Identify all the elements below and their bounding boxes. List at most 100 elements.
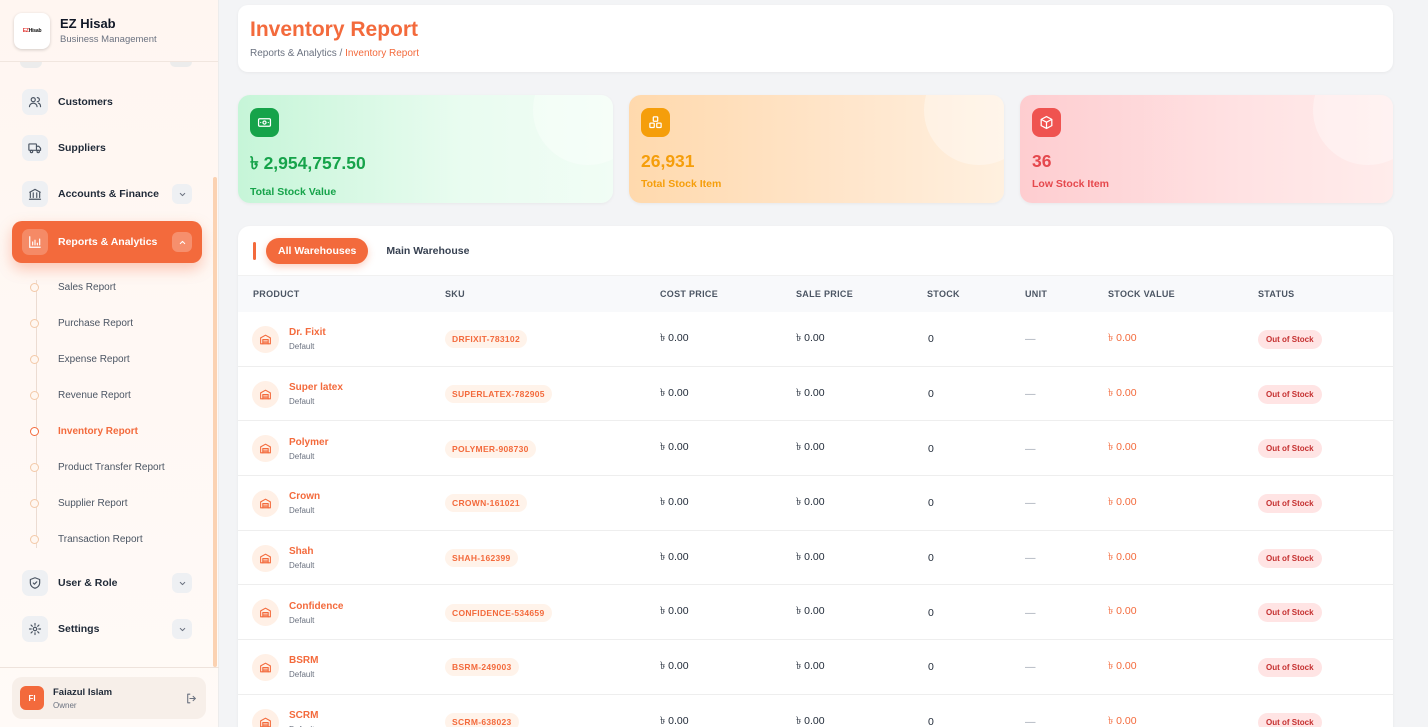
submenu-label: Purchase Report xyxy=(58,317,134,329)
table-row[interactable]: Crown Default CROWN-161021 ৳ 0.00 ৳ 0.00… xyxy=(238,476,1393,531)
product-cell: BSRM Default xyxy=(252,640,318,695)
table-row[interactable]: Super latex Default SUPERLATEX-782905 ৳ … xyxy=(238,367,1393,422)
warehouse-icon xyxy=(252,489,279,517)
column-header-sale-price[interactable]: SALE PRICE xyxy=(796,289,853,299)
product-name[interactable]: SCRM xyxy=(289,710,318,721)
status-cell: Out of Stock xyxy=(1258,640,1322,695)
page-title: Inventory Report xyxy=(250,18,419,41)
brand-logo: EZHisab xyxy=(14,12,50,49)
brand-name: EZ Hisab xyxy=(60,16,116,31)
product-name[interactable]: Polymer xyxy=(289,437,328,448)
stat-value: 36 xyxy=(1032,151,1052,171)
column-header-sku[interactable]: SKU xyxy=(445,289,465,299)
sidebar-item-label: Customers xyxy=(58,96,113,108)
brand[interactable]: EZHisab EZ Hisab Business Management xyxy=(0,0,218,62)
user-profile[interactable]: FI Faiazul Islam Owner xyxy=(12,677,206,719)
sku-cell: POLYMER-908730 xyxy=(445,421,536,476)
users-icon xyxy=(22,89,48,115)
cost-price-cell: ৳ 0.00 xyxy=(660,605,689,618)
table-row[interactable]: BSRM Default BSRM-249003 ৳ 0.00 ৳ 0.00 0… xyxy=(238,640,1393,695)
stock-cell: 0 xyxy=(928,661,934,674)
warehouse-icon xyxy=(252,325,279,353)
sku-badge: CONFIDENCE-534659 xyxy=(445,603,552,622)
unit-cell: — xyxy=(1025,606,1036,619)
status-cell: Out of Stock xyxy=(1258,421,1322,476)
stat-value: 26,931 xyxy=(641,151,695,171)
cost-price-cell: ৳ 0.00 xyxy=(660,550,689,563)
sidebar-item-settings[interactable]: Settings xyxy=(12,610,202,648)
sku-cell: SHAH-162399 xyxy=(445,531,518,586)
sidebar-item-label: Accounts & Finance xyxy=(58,188,159,200)
stock-value-cell: ৳ 0.00 xyxy=(1108,386,1137,399)
chevron-down-icon[interactable] xyxy=(172,573,192,593)
tab-all-warehouses[interactable]: All Warehouses xyxy=(266,237,369,264)
stat-card-total-stock-item: 26,931 Total Stock Item xyxy=(629,95,1004,203)
table-row[interactable]: SCRM Default SCRM-638023 ৳ 0.00 ৳ 0.00 0… xyxy=(238,695,1393,727)
submenu-dot xyxy=(30,498,39,508)
breadcrumb-parent[interactable]: Reports & Analytics xyxy=(250,48,337,59)
sku-cell: DRFIXIT-783102 xyxy=(445,312,527,367)
column-header-status[interactable]: STATUS xyxy=(1258,289,1294,299)
sidebar-scrollbar[interactable] xyxy=(213,177,217,667)
submenu-item-transaction-report[interactable]: Transaction Report xyxy=(30,529,143,549)
warehouse-icon xyxy=(252,708,279,727)
chevron-down-icon[interactable] xyxy=(172,184,192,204)
product-name[interactable]: Super latex xyxy=(289,382,343,393)
logout-icon[interactable] xyxy=(185,692,198,705)
submenu-item-expense-report[interactable]: Expense Report xyxy=(30,349,130,369)
product-cell: Super latex Default xyxy=(252,367,343,422)
sale-price-cell: ৳ 0.00 xyxy=(796,550,825,563)
bank-icon xyxy=(22,181,48,207)
product-variant: Default xyxy=(289,561,315,571)
stock-cell: 0 xyxy=(928,606,934,619)
table-row[interactable]: Shah Default SHAH-162399 ৳ 0.00 ৳ 0.00 0… xyxy=(238,531,1393,586)
chevron-down-icon[interactable] xyxy=(172,619,192,639)
submenu-item-supplier-report[interactable]: Supplier Report xyxy=(30,493,127,513)
sku-badge: SHAH-162399 xyxy=(445,549,518,568)
status-badge: Out of Stock xyxy=(1258,329,1322,349)
gear-icon xyxy=(22,616,48,642)
breadcrumb-separator: / xyxy=(336,48,346,59)
stock-cell: 0 xyxy=(928,442,934,455)
divider xyxy=(0,667,219,668)
stock-value-cell: ৳ 0.00 xyxy=(1108,441,1137,454)
submenu-item-purchase-report[interactable]: Purchase Report xyxy=(30,313,133,333)
stock-value-cell: ৳ 0.00 xyxy=(1108,550,1137,563)
product-name[interactable]: Confidence xyxy=(289,601,343,612)
product-variant: Default xyxy=(289,342,315,352)
product-name[interactable]: BSRM xyxy=(289,655,318,666)
table-row[interactable]: Confidence Default CONFIDENCE-534659 ৳ 0… xyxy=(238,585,1393,641)
product-name[interactable]: Crown xyxy=(289,491,320,502)
tab-main-warehouse[interactable]: Main Warehouse xyxy=(374,238,481,264)
package-icon xyxy=(1032,108,1061,137)
sku-cell: SUPERLATEX-782905 xyxy=(445,367,552,422)
sidebar-item-customers[interactable]: Customers xyxy=(12,83,202,121)
column-header-unit[interactable]: UNIT xyxy=(1025,289,1047,299)
column-header-cost-price[interactable]: COST PRICE xyxy=(660,289,718,299)
product-name[interactable]: Dr. Fixit xyxy=(289,327,326,338)
table-row[interactable]: Polymer Default POLYMER-908730 ৳ 0.00 ৳ … xyxy=(238,421,1393,477)
status-badge: Out of Stock xyxy=(1258,439,1322,459)
submenu-item-product-transfer-report[interactable]: Product Transfer Report xyxy=(30,457,165,477)
submenu-label: Supplier Report xyxy=(58,497,128,509)
column-header-stock[interactable]: STOCK xyxy=(927,289,960,299)
submenu-item-revenue-report[interactable]: Revenue Report xyxy=(30,385,131,405)
submenu-item-inventory-report[interactable]: Inventory Report xyxy=(30,421,138,441)
breadcrumb-current: Inventory Report xyxy=(345,48,419,59)
table-row[interactable]: Dr. Fixit Default DRFIXIT-783102 ৳ 0.00 … xyxy=(238,312,1393,367)
column-header-product[interactable]: PRODUCT xyxy=(253,289,300,299)
sidebar-item-accounts-finance[interactable]: Accounts & Finance xyxy=(12,175,202,213)
sku-badge: CROWN-161021 xyxy=(445,494,527,513)
submenu-item-sales-report[interactable]: Sales Report xyxy=(30,277,116,297)
sidebar-item-reports-analytics[interactable]: Reports & Analytics xyxy=(12,221,202,263)
unit-cell: — xyxy=(1025,661,1036,674)
product-name[interactable]: Shah xyxy=(289,546,314,557)
stock-value-cell: ৳ 0.00 xyxy=(1108,495,1137,508)
chevron-up-icon[interactable] xyxy=(172,232,192,252)
sidebar-item-user-role[interactable]: User & Role xyxy=(12,564,202,602)
sale-price-cell: ৳ 0.00 xyxy=(796,605,825,618)
brand-subtitle: Business Management xyxy=(60,34,157,45)
column-header-stock-value[interactable]: STOCK VALUE xyxy=(1108,289,1175,299)
submenu-dot xyxy=(30,390,39,400)
sidebar-item-suppliers[interactable]: Suppliers xyxy=(12,129,202,167)
